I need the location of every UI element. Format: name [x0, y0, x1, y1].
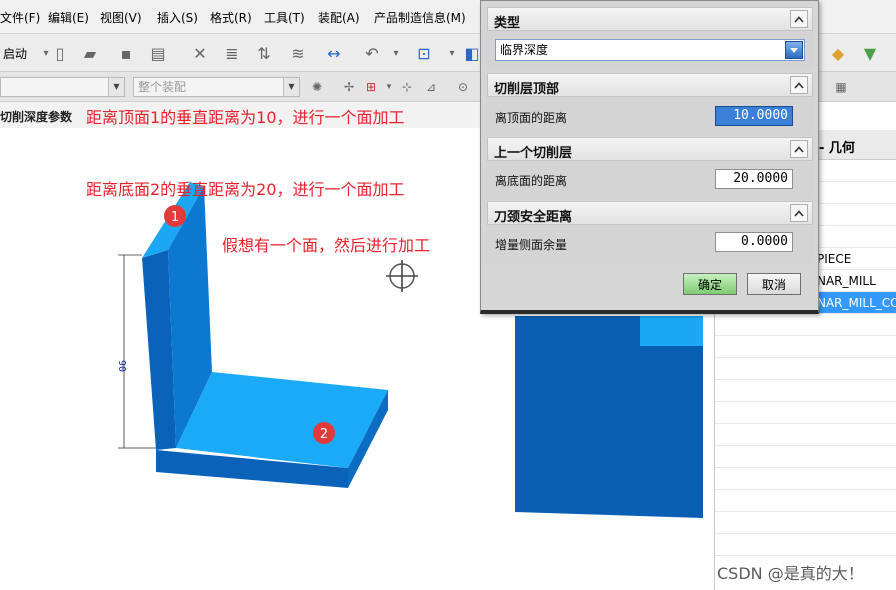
- side-stock-increment-input[interactable]: 0.0000: [715, 232, 793, 252]
- second-part-top-face: [640, 316, 703, 346]
- chevron-up-icon[interactable]: [790, 76, 808, 94]
- neck-clearance-title: 刀颈安全距离: [494, 210, 573, 225]
- ok-button[interactable]: 确定: [683, 273, 737, 295]
- neck-clearance-header[interactable]: 刀颈安全距离: [487, 201, 813, 225]
- annotation-top-distance: 距离顶面1的垂直距离为10，进行一个面加工: [86, 108, 405, 127]
- side-stock-increment-label: 增量侧面余量: [495, 238, 568, 252]
- chevron-up-icon[interactable]: [790, 10, 808, 28]
- distance-from-bottom-input[interactable]: 20.0000: [715, 169, 793, 189]
- tree-row[interactable]: [715, 534, 896, 556]
- tree-row[interactable]: [715, 314, 896, 336]
- navigator-header-label: - 几何: [819, 141, 855, 156]
- annotation-imaginary-plane: 假想有一个面，然后进行加工: [222, 236, 431, 255]
- type-section-title: 类型: [494, 16, 521, 31]
- distance-from-top-label: 离顶面的距离: [495, 111, 568, 125]
- dimension-label: 90: [116, 360, 127, 372]
- tree-row[interactable]: [715, 380, 896, 402]
- crosshair-cursor-icon: [386, 260, 418, 292]
- previous-cut-level-title: 上一个切削层: [494, 146, 573, 161]
- marker-1-label: 1: [171, 210, 179, 225]
- neck-clearance-body: 增量侧面余量 0.0000: [487, 225, 813, 263]
- tree-row[interactable]: [715, 402, 896, 424]
- cut-depth-dialog: 类型 临界深度 切削层顶部 离顶面的距离 10.0000 上一个切削层 离底面的…: [480, 0, 819, 314]
- top-of-cut-body: 离顶面的距离 10.0000: [487, 97, 813, 135]
- watermark: CSDN @是真的大！: [717, 564, 864, 583]
- second-part-body: [515, 316, 703, 518]
- top-of-cut-header[interactable]: 切削层顶部: [487, 73, 813, 97]
- tree-row[interactable]: [715, 490, 896, 512]
- tree-row[interactable]: [715, 358, 896, 380]
- cancel-button[interactable]: 取消: [747, 273, 801, 295]
- annotation-bottom-distance: 距离底面2的垂直距离为20，进行一个面加工: [86, 180, 405, 199]
- tree-row[interactable]: [715, 512, 896, 534]
- type-section-header[interactable]: 类型: [487, 7, 813, 31]
- type-select[interactable]: 临界深度: [495, 39, 805, 61]
- chevron-up-icon[interactable]: [790, 140, 808, 158]
- tree-row[interactable]: [715, 424, 896, 446]
- tree-row[interactable]: [715, 468, 896, 490]
- marker-2-label: 2: [320, 427, 328, 442]
- previous-cut-level-body: 离底面的距离 20.0000: [487, 161, 813, 199]
- chevron-up-icon[interactable]: [790, 204, 808, 222]
- tree-row[interactable]: [715, 336, 896, 358]
- distance-from-top-input[interactable]: 10.0000: [715, 106, 793, 126]
- tree-row[interactable]: [715, 446, 896, 468]
- top-of-cut-title: 切削层顶部: [494, 82, 560, 97]
- previous-cut-level-header[interactable]: 上一个切削层: [487, 137, 813, 161]
- type-select-value: 临界深度: [500, 43, 549, 57]
- chevron-down-icon[interactable]: [785, 41, 803, 59]
- distance-from-bottom-label: 离底面的距离: [495, 174, 568, 188]
